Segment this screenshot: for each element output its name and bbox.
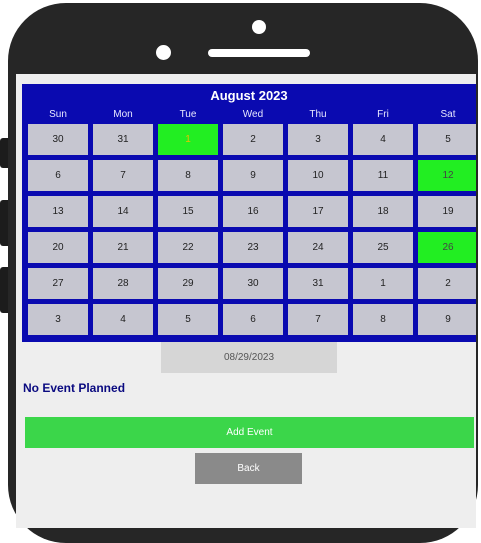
calendar-day[interactable]: 18 (353, 196, 413, 227)
calendar-day[interactable]: 1 (353, 268, 413, 299)
calendar-day[interactable]: 24 (288, 232, 348, 263)
calendar-day[interactable]: 5 (158, 304, 218, 335)
selected-date-field[interactable]: 08/29/2023 (161, 342, 337, 373)
weekday-label: Fri (377, 109, 389, 120)
calendar-day[interactable]: 20 (28, 232, 88, 263)
calendar-day[interactable]: 27 (28, 268, 88, 299)
calendar-day[interactable]: 3 (288, 124, 348, 155)
calendar-day[interactable]: 30 (223, 268, 283, 299)
calendar-day[interactable]: 23 (223, 232, 283, 263)
event-status-text: No Event Planned (23, 381, 126, 395)
speaker-grille (208, 49, 310, 57)
calendar-day[interactable]: 14 (93, 196, 153, 227)
calendar-day[interactable]: 31 (288, 268, 348, 299)
front-camera-icon (156, 45, 171, 60)
calendar: August 2023 Sun Mon Tue Wed Thu Fri Sat 30 31 1 2 3… (22, 84, 476, 342)
calendar-day[interactable]: 4 (353, 124, 413, 155)
add-event-button[interactable]: Add Event (25, 417, 474, 448)
weekday-label: Sat (440, 109, 456, 120)
calendar-day[interactable]: 26 (418, 232, 476, 263)
month-title: August 2023 (210, 88, 288, 103)
calendar-day[interactable]: 13 (28, 196, 88, 227)
calendar-day[interactable]: 9 (418, 304, 476, 335)
calendar-day[interactable]: 3 (28, 304, 88, 335)
calendar-day[interactable]: 2 (223, 124, 283, 155)
calendar-day[interactable]: 25 (353, 232, 413, 263)
calendar-day[interactable]: 1 (158, 124, 218, 155)
back-button[interactable]: Back (195, 453, 302, 484)
weekday-label: Sun (49, 109, 67, 120)
side-button-power (0, 138, 8, 168)
calendar-day[interactable]: 10 (288, 160, 348, 191)
calendar-day[interactable]: 30 (28, 124, 88, 155)
calendar-day[interactable]: 6 (28, 160, 88, 191)
app-screen: August 2023 Sun Mon Tue Wed Thu Fri Sat 30 31 1 2 3… (16, 74, 476, 528)
calendar-day[interactable]: 19 (418, 196, 476, 227)
side-button-volume-down (0, 267, 8, 313)
weekday-label: Thu (309, 109, 327, 120)
calendar-day[interactable]: 21 (93, 232, 153, 263)
calendar-day[interactable]: 31 (93, 124, 153, 155)
weekday-label: Tue (179, 109, 197, 120)
calendar-day[interactable]: 4 (93, 304, 153, 335)
side-button-volume-up (0, 200, 8, 246)
calendar-day[interactable]: 7 (288, 304, 348, 335)
calendar-day[interactable]: 16 (223, 196, 283, 227)
calendar-day[interactable]: 2 (418, 268, 476, 299)
calendar-day[interactable]: 5 (418, 124, 476, 155)
calendar-day[interactable]: 6 (223, 304, 283, 335)
calendar-day[interactable]: 8 (158, 160, 218, 191)
calendar-day[interactable]: 15 (158, 196, 218, 227)
calendar-day[interactable]: 7 (93, 160, 153, 191)
calendar-day[interactable]: 9 (223, 160, 283, 191)
calendar-day[interactable]: 11 (353, 160, 413, 191)
calendar-day[interactable]: 12 (418, 160, 476, 191)
camera-icon (252, 20, 266, 34)
calendar-day[interactable]: 8 (353, 304, 413, 335)
calendar-day[interactable]: 29 (158, 268, 218, 299)
calendar-day[interactable]: 17 (288, 196, 348, 227)
weekday-label: Mon (113, 109, 133, 120)
weekday-label: Wed (242, 109, 264, 120)
calendar-day[interactable]: 28 (93, 268, 153, 299)
calendar-day[interactable]: 22 (158, 232, 218, 263)
